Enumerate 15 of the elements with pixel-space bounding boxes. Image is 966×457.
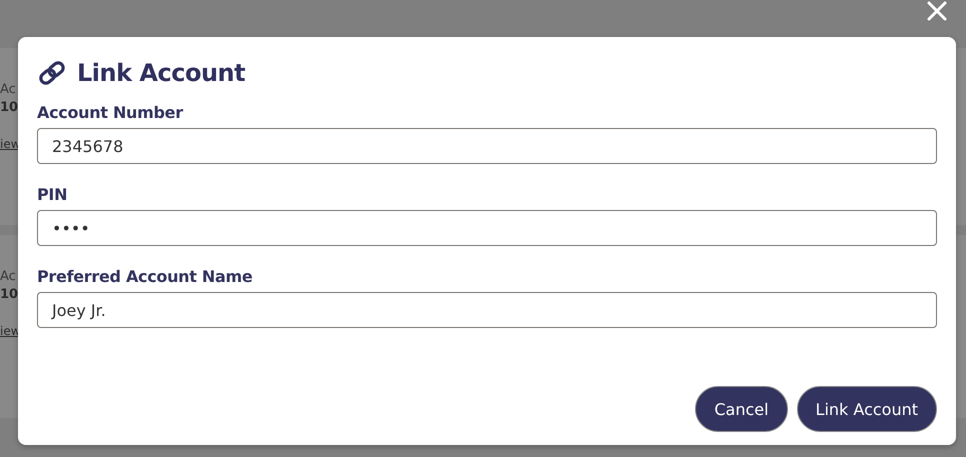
card-number: 10 [0, 287, 18, 302]
input-field[interactable]: 2345678 [37, 128, 937, 164]
dialog-title: Link Account [77, 59, 246, 87]
cancel-button[interactable]: Cancel [695, 386, 788, 432]
card-number: 10 [0, 100, 18, 115]
card-label: Ac [0, 82, 16, 97]
field-label: Preferred Account Name [37, 267, 252, 286]
close-icon[interactable] [926, 0, 948, 22]
link-account-button[interactable]: Link Account [796, 386, 937, 432]
field-label: Account Number [37, 103, 183, 122]
card-label: Ac [0, 269, 16, 284]
link-icon [37, 61, 67, 85]
input-field[interactable]: Joey Jr. [37, 292, 937, 328]
field-label: PIN [37, 185, 68, 204]
input-field[interactable]: •••• [37, 210, 937, 246]
